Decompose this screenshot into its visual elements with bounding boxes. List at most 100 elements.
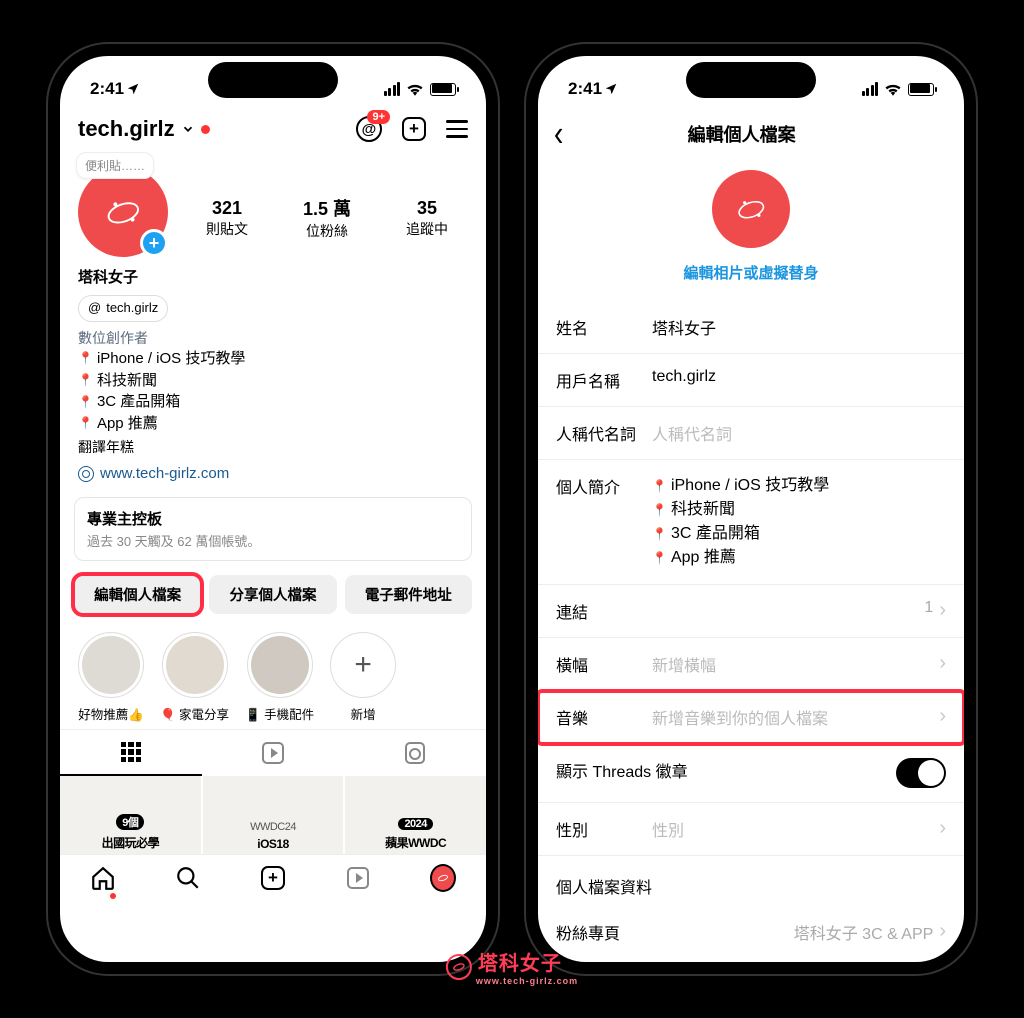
menu-button[interactable] (446, 120, 468, 138)
threads-badge-toggle[interactable] (896, 758, 946, 788)
avatar[interactable] (712, 170, 790, 248)
highlight-1[interactable]: 好物推薦👍 (78, 632, 144, 723)
avatar[interactable]: + (78, 167, 168, 257)
chevron-right-icon: › (939, 599, 946, 622)
location-icon (604, 82, 618, 96)
row-music[interactable]: 音樂 新增音樂到你的個人檔案 › (538, 691, 964, 744)
watermark-text: 塔科女子 (478, 947, 578, 976)
row-banner[interactable]: 橫幅 新增橫幅 › (538, 638, 964, 691)
avatar-section: 編輯相片或虛擬替身 (538, 160, 964, 301)
screen-right: 2:41 ‹ 編輯個人檔案 編輯相片或虛擬替身 姓名 塔科女子 用戶名稱 (538, 56, 964, 962)
label-links: 連結 (556, 599, 652, 623)
post-2[interactable]: WWDC24iOS18 (203, 776, 344, 854)
bio-4: App 推薦 (671, 546, 736, 570)
display-name: 塔科女子 (78, 267, 468, 289)
stat-posts[interactable]: 321 則貼文 (186, 198, 268, 239)
cellular-icon (384, 82, 401, 96)
reels-icon (347, 867, 369, 889)
stat-following[interactable]: 35 追蹤中 (386, 198, 468, 239)
username-switcher[interactable]: tech.girlz (78, 116, 210, 142)
battery-icon (430, 83, 456, 96)
nav-search[interactable] (175, 865, 201, 891)
row-bio[interactable]: 個人簡介 📍iPhone / iOS 技巧教學 📍科技新聞 📍3C 產品開箱 📍… (538, 460, 964, 585)
row-gender[interactable]: 性別 性別 › (538, 803, 964, 856)
watermark-sub: www.tech-girlz.com (476, 976, 578, 986)
pin-icon: 📍 (78, 350, 93, 367)
translate-link[interactable]: 翻譯年糕 (78, 437, 468, 457)
note-chip[interactable]: 便利貼…… (76, 152, 154, 179)
nav-profile[interactable] (430, 865, 456, 891)
wifi-icon (406, 82, 424, 96)
edit-header: ‹ 編輯個人檔案 (538, 112, 964, 160)
bio-2: 科技新聞 (671, 498, 735, 522)
placeholder-gender: 性別 (652, 817, 933, 841)
highlight-3[interactable]: 📱 手機配件 (245, 632, 314, 723)
post-3-title: 蘋果WWDC (385, 834, 446, 851)
highlight-2[interactable]: 🎈 家電分享 (160, 632, 229, 723)
back-button[interactable]: ‹ (554, 113, 563, 155)
edit-profile-button[interactable]: 編輯個人檔案 (74, 575, 201, 614)
tagged-icon (405, 742, 425, 764)
dashboard-subtitle: 過去 30 天觸及 62 萬個帳號。 (87, 531, 459, 550)
nav-notification-dot (110, 893, 116, 899)
location-icon (126, 82, 140, 96)
stats-row: + 321 則貼文 1.5 萬 位粉絲 35 追蹤中 (60, 179, 486, 263)
threads-icon: @ (88, 299, 101, 318)
posts-label: 則貼文 (186, 219, 268, 239)
posts-count: 321 (186, 198, 268, 219)
highlight-add-label: 新增 (351, 704, 376, 723)
edit-photo-link[interactable]: 編輯相片或虛擬替身 (683, 262, 818, 283)
pin-icon: 📍 (652, 525, 667, 543)
row-fanpage[interactable]: 粉絲專頁 塔科女子 3C & APP › (538, 906, 964, 958)
value-fanpage: 塔科女子 3C & APP (652, 920, 933, 944)
highlight-add[interactable]: +新增 (330, 632, 396, 723)
chevron-right-icon: › (939, 817, 946, 840)
row-username[interactable]: 用戶名稱 tech.girlz (538, 354, 964, 407)
value-name: 塔科女子 (652, 315, 946, 339)
email-button[interactable]: 電子郵件地址 (345, 575, 472, 614)
pin-icon: 📍 (652, 501, 667, 519)
post-1[interactable]: 9個出國玩必學 (60, 776, 201, 854)
highlight-3-label: 📱 手機配件 (245, 704, 314, 723)
chevron-right-icon: › (939, 705, 946, 728)
row-name[interactable]: 姓名 塔科女子 (538, 301, 964, 354)
website-link[interactable]: www.tech-girlz.com (78, 463, 468, 485)
bio-1: iPhone / iOS 技巧教學 (671, 474, 829, 498)
tab-reels[interactable] (202, 730, 344, 776)
label-music: 音樂 (556, 705, 652, 729)
pro-dashboard[interactable]: 專業主控板 過去 30 天觸及 62 萬個帳號。 (74, 497, 472, 561)
label-username: 用戶名稱 (556, 368, 652, 392)
create-button[interactable]: + (402, 117, 426, 141)
value-bio: 📍iPhone / iOS 技巧教學 📍科技新聞 📍3C 產品開箱 📍App 推… (652, 474, 946, 570)
highlight-2-label: 🎈 家電分享 (160, 704, 229, 723)
profile-buttons: 編輯個人檔案 分享個人檔案 電子郵件地址 (60, 571, 486, 618)
nav-create[interactable]: + (260, 865, 286, 891)
section-profile-info: 個人檔案資料 (538, 856, 964, 906)
label-pronouns: 人稱代名詞 (556, 421, 652, 445)
threads-button[interactable]: @ 9+ (356, 116, 382, 142)
tab-grid[interactable] (60, 730, 202, 776)
tab-tagged[interactable] (344, 730, 486, 776)
threads-handle: tech.girlz (106, 299, 158, 318)
post-1-title: 出國玩必學 (102, 834, 160, 851)
row-pronouns[interactable]: 人稱代名詞 人稱代名詞 (538, 407, 964, 460)
post-3[interactable]: 2024蘋果WWDC (345, 776, 486, 854)
stat-followers[interactable]: 1.5 萬 位粉絲 (286, 195, 368, 241)
cellular-icon (862, 82, 879, 96)
post-2-title: iOS18 (257, 837, 289, 851)
bio-line-1: iPhone / iOS 技巧教學 (97, 348, 245, 370)
search-icon (175, 865, 201, 891)
row-links[interactable]: 連結 1 › (538, 585, 964, 638)
screen-left: 2:41 tech.girlz @ 9+ + (60, 56, 486, 962)
nav-reels[interactable] (345, 865, 371, 891)
row-threads-badge[interactable]: 顯示 Threads 徽章 (538, 744, 964, 803)
label-bio: 個人簡介 (556, 474, 652, 498)
add-story-button[interactable]: + (140, 229, 168, 257)
nav-home[interactable] (90, 865, 116, 891)
threads-chip[interactable]: @ tech.girlz (78, 295, 168, 322)
status-time: 2:41 (90, 79, 124, 99)
share-profile-button[interactable]: 分享個人檔案 (209, 575, 336, 614)
highlight-1-label: 好物推薦👍 (78, 704, 144, 723)
pin-icon: 📍 (78, 415, 93, 432)
username: tech.girlz (78, 116, 175, 142)
